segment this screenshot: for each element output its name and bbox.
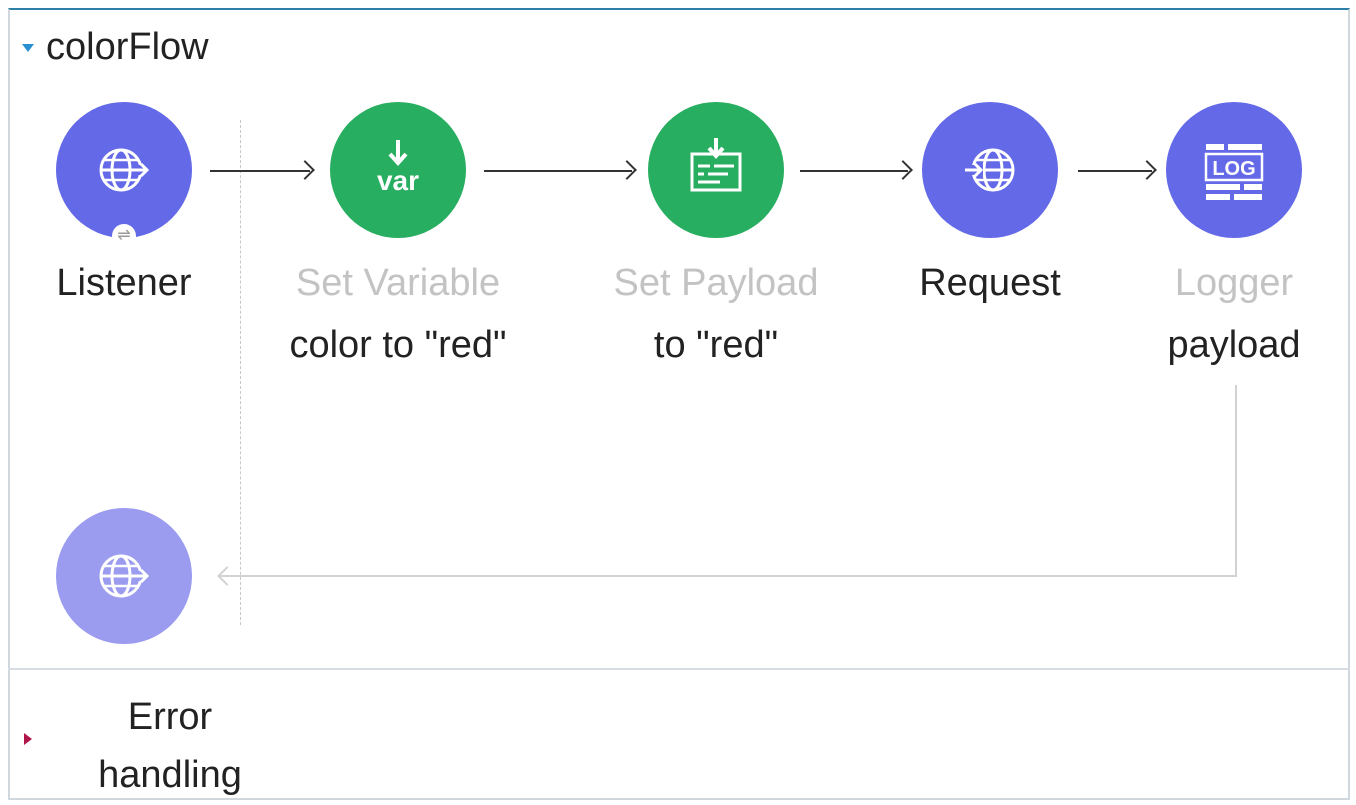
- collapse-triangle-icon[interactable]: [22, 43, 34, 52]
- source-divider: [240, 120, 241, 625]
- error-handling-label[interactable]: Error handling: [60, 688, 280, 804]
- direction-badge-icon: ⇌: [112, 224, 136, 248]
- set-payload-label: Set Payload: [613, 262, 819, 304]
- section-divider: [8, 668, 1350, 670]
- set-variable-node[interactable]: var: [330, 102, 466, 238]
- expand-triangle-icon[interactable]: [24, 733, 32, 745]
- logger-node[interactable]: LOG: [1166, 102, 1302, 238]
- listener-label: Listener: [56, 262, 192, 304]
- flow-arrow: [800, 170, 908, 172]
- return-path-line: [1235, 385, 1237, 577]
- set-payload-detail: to "red": [653, 324, 779, 366]
- svg-text:LOG: LOG: [1212, 158, 1255, 180]
- var-icon: var: [377, 140, 419, 196]
- listener-response-node[interactable]: [56, 508, 192, 644]
- return-path-line: [220, 575, 1237, 577]
- set-variable-detail: color to "red": [289, 324, 507, 366]
- set-variable-label: Set Variable: [295, 262, 501, 304]
- svg-text:var: var: [377, 165, 419, 196]
- logger-label: Logger: [1174, 262, 1294, 304]
- set-payload-icon: [690, 138, 742, 192]
- set-payload-node[interactable]: [648, 102, 784, 238]
- listener-node[interactable]: [56, 102, 192, 238]
- globe-arrow-icon: [99, 554, 150, 598]
- log-icon: LOG: [1204, 144, 1264, 200]
- globe-arrow-icon: [99, 148, 150, 192]
- globe-arrow-icon: [965, 148, 1015, 192]
- flow-title: colorFlow: [46, 26, 209, 68]
- flow-arrow: [1078, 170, 1152, 172]
- request-node[interactable]: [922, 102, 1058, 238]
- flow-arrow: [484, 170, 632, 172]
- flow-header[interactable]: colorFlow: [22, 26, 209, 69]
- logger-detail: payload: [1167, 324, 1301, 366]
- request-label: Request: [919, 262, 1061, 304]
- flow-arrow: [210, 170, 310, 172]
